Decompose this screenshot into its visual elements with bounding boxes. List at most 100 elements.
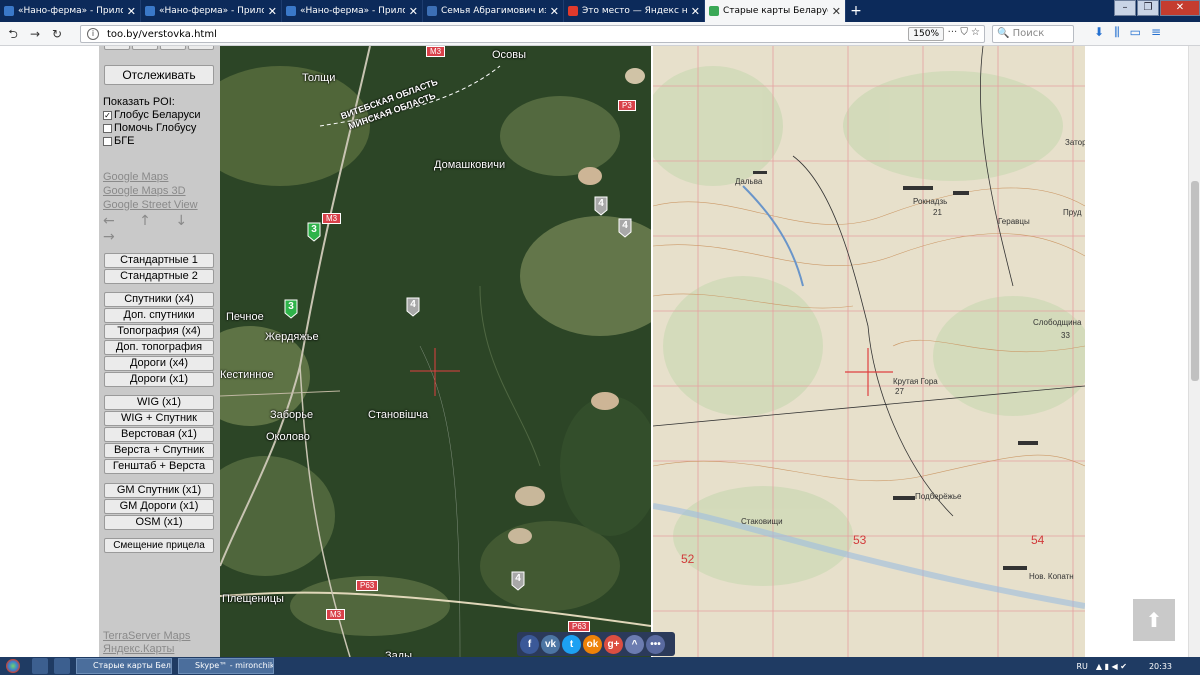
reload-icon[interactable]: ↻ <box>48 25 66 43</box>
scroll-to-top-button[interactable]: ⬆ <box>1133 599 1175 641</box>
poi-marker-icon[interactable]: 3 <box>284 299 298 319</box>
layer-button[interactable]: Доп. топография <box>104 340 214 355</box>
layer-button[interactable]: Верста + Спутник <box>104 443 214 458</box>
track-button[interactable]: Отслеживать <box>104 65 214 85</box>
google-link[interactable]: Google Street View <box>103 199 198 211</box>
site-info-icon[interactable]: i <box>87 28 99 40</box>
layer-button[interactable]: Стандартные 2 <box>104 269 214 284</box>
tab-title: «Нано-ферма» - Приложения <box>18 6 123 16</box>
google-plus-icon[interactable]: g+ <box>604 634 623 654</box>
checkbox-icon[interactable]: ✓ <box>103 110 112 120</box>
tab-close-icon[interactable]: ✕ <box>550 5 559 18</box>
network-icon[interactable]: ▲ ▮ ◀ ✔ <box>1096 662 1127 671</box>
layer-button[interactable]: WIG (x1) <box>104 395 214 410</box>
strip-button[interactable] <box>104 46 130 50</box>
marker-label: 4 <box>515 573 521 584</box>
poi-checkbox[interactable]: ✓ Глобус Беларуси <box>103 109 201 121</box>
layer-button[interactable]: Стандартные 1 <box>104 253 214 268</box>
poi-marker-icon[interactable]: 4 <box>594 196 608 216</box>
page-actions-icon[interactable]: ··· ⛉ ☆ <box>948 27 980 38</box>
poi-checkbox[interactable]: БГЕ <box>103 135 135 147</box>
search-input[interactable]: 🔍 Поиск <box>992 25 1074 43</box>
more-icon[interactable]: ••• <box>646 634 665 654</box>
browser-tab-bar: «Нано-ферма» - Приложения✕«Нано-ферма» -… <box>0 0 1200 22</box>
taskbar-task[interactable]: Skype™ - mironchikt... <box>178 658 274 674</box>
twitter-icon[interactable]: t <box>562 634 581 654</box>
layer-button[interactable]: GM Дороги (x1) <box>104 499 214 514</box>
explorer-icon[interactable] <box>32 658 48 674</box>
address-bar[interactable]: i too.by/verstovka.html 150% ··· ⛉ ☆ <box>80 25 985 43</box>
facebook-icon[interactable]: f <box>520 634 539 654</box>
vertical-scrollbar[interactable] <box>1188 46 1200 657</box>
browser-tab[interactable]: Это место — Яндекс нашлось ✕ <box>564 0 705 22</box>
layer-button[interactable]: Топография (x4) <box>104 324 214 339</box>
browser-tab[interactable]: Семья Абрагимович из д. Кру ✕ <box>423 0 564 22</box>
media-player-icon[interactable] <box>54 658 70 674</box>
tab-close-icon[interactable]: ✕ <box>832 5 841 18</box>
google-link[interactable]: Google Maps <box>103 171 168 183</box>
back-icon[interactable]: ⮌ <box>4 25 22 43</box>
tab-close-icon[interactable]: ✕ <box>127 5 136 18</box>
strip-button[interactable] <box>132 46 158 50</box>
language-indicator[interactable]: RU <box>1076 662 1087 671</box>
layer-button[interactable]: OSM (x1) <box>104 515 214 530</box>
menu-icon[interactable]: ≡ <box>1151 25 1171 39</box>
share-up-icon[interactable]: ^ <box>625 634 644 654</box>
topo-number: 33 <box>1061 331 1070 340</box>
poi-checkbox[interactable]: Помочь Глобусу <box>103 122 196 134</box>
minimize-icon[interactable]: – <box>1114 0 1136 16</box>
topographic-map[interactable]: Дальва Рокнадзь Геравцы Затор Слободщина Крут… <box>653 46 1085 657</box>
browser-tab[interactable]: «Нано-ферма» - Приложения ✕ <box>282 0 423 22</box>
start-button[interactable] <box>0 657 26 675</box>
vk-icon[interactable]: vk <box>541 634 560 654</box>
clock[interactable]: 20:33 <box>1149 662 1172 671</box>
poi-marker-icon[interactable]: 4 <box>618 218 632 238</box>
zoom-level[interactable]: 150% <box>908 27 944 41</box>
strip-button[interactable] <box>188 46 214 50</box>
browser-tab[interactable]: «Нано-ферма» - Приложения ✕ <box>141 0 282 22</box>
tab-favicon-icon <box>709 6 719 16</box>
tab-close-icon[interactable]: ✕ <box>268 5 277 18</box>
layer-button[interactable]: Доп. спутники <box>104 308 214 323</box>
scrollbar-thumb[interactable] <box>1191 181 1199 381</box>
nav-arrows[interactable]: ← ↑ ↓ → <box>103 213 220 245</box>
checkbox-icon[interactable] <box>103 123 112 133</box>
taskbar-task[interactable]: Старые карты Бела... <box>76 658 172 674</box>
library-icon[interactable]: ⫼ <box>1114 25 1130 39</box>
map-service-link[interactable]: TerraServer Maps <box>103 630 190 642</box>
layer-button[interactable]: Дороги (x1) <box>104 372 214 387</box>
strip-button[interactable] <box>160 46 186 50</box>
odnoklassniki-icon[interactable]: ok <box>583 634 602 654</box>
marker-label: 4 <box>598 198 604 209</box>
layer-button[interactable]: Генштаб + Верста <box>104 459 214 474</box>
google-link[interactable]: Google Maps 3D <box>103 185 186 197</box>
place-label: Домашковичи <box>434 159 506 171</box>
topo-number: 21 <box>933 208 942 217</box>
checkbox-icon[interactable] <box>103 136 112 146</box>
forward-icon[interactable]: → <box>26 25 44 43</box>
tab-title: Старые карты Беларуси - вер <box>723 6 828 16</box>
crosshair-offset-button[interactable]: Смещение прицела <box>104 538 214 553</box>
poi-marker-icon[interactable]: 4 <box>511 571 525 591</box>
layer-button[interactable]: Верстовая (x1) <box>104 427 214 442</box>
poi-marker-icon[interactable]: 4 <box>406 297 420 317</box>
browser-tab[interactable]: «Нано-ферма» - Приложения ✕ <box>0 0 141 22</box>
satellite-map[interactable]: Толщи Осовы Домашковичи Печное Жердяжье Кести… <box>220 46 651 657</box>
map-service-link[interactable]: Яндекс.Карты <box>103 643 174 655</box>
topo-number: 52 <box>681 552 695 566</box>
poi-marker-icon[interactable]: 3 <box>307 222 321 242</box>
tab-close-icon[interactable]: ✕ <box>691 5 700 18</box>
layer-button[interactable]: Дороги (x4) <box>104 356 214 371</box>
close-window-icon[interactable]: ✕ <box>1160 0 1200 16</box>
poi-label: Показать POI: <box>103 96 175 108</box>
maximize-icon[interactable]: ❐ <box>1137 0 1159 16</box>
tab-close-icon[interactable]: ✕ <box>409 5 418 18</box>
layer-button[interactable]: WIG + Спутник <box>104 411 214 426</box>
new-tab-button[interactable]: + <box>846 0 866 22</box>
place-label: Жердяжье <box>265 331 319 343</box>
browser-tab[interactable]: Старые карты Беларуси - вер ✕ <box>705 0 846 22</box>
sidebar-icon[interactable]: ▭ <box>1130 25 1151 39</box>
downloads-icon[interactable]: ⬇ <box>1094 25 1114 39</box>
layer-button[interactable]: GM Спутник (x1) <box>104 483 214 498</box>
layer-button[interactable]: Спутники (x4) <box>104 292 214 307</box>
